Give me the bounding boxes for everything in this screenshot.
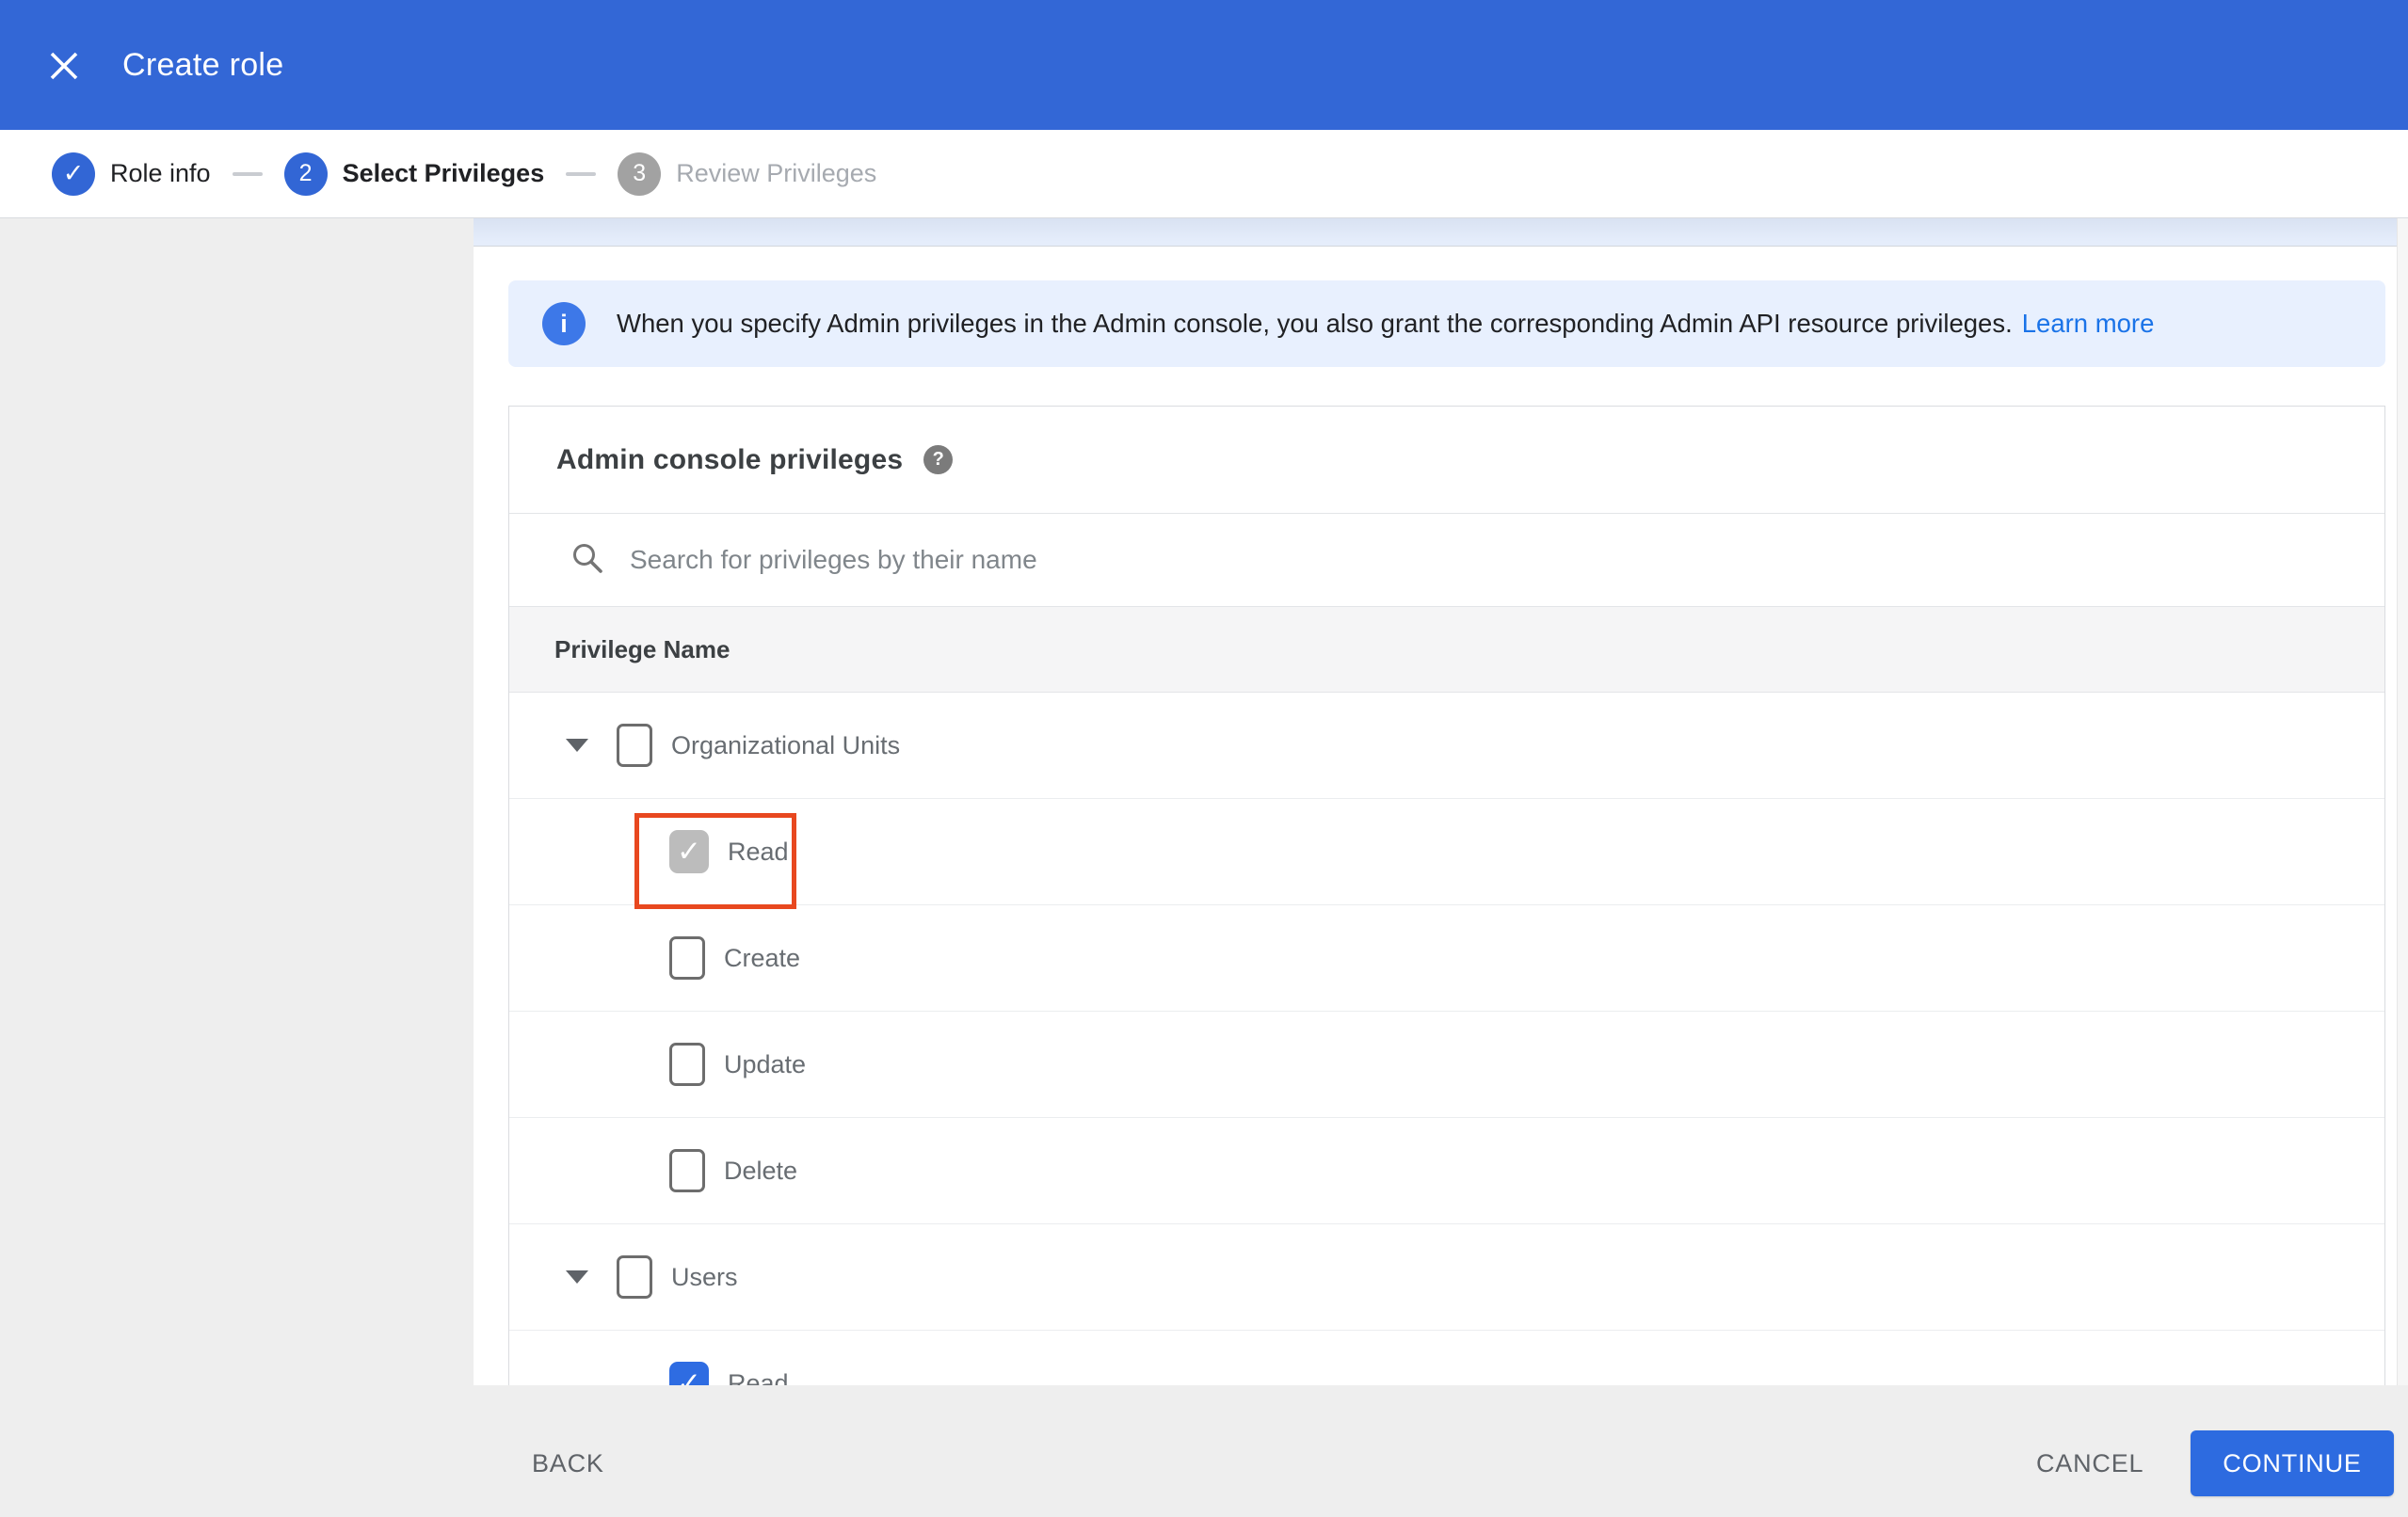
cancel-button[interactable]: CANCEL bbox=[2036, 1430, 2143, 1496]
step-number-badge: 2 bbox=[283, 152, 328, 196]
scrollbar-track[interactable] bbox=[2397, 218, 2408, 1385]
card-header: Admin console privileges ? bbox=[509, 407, 2384, 514]
scrolled-content-strip bbox=[474, 218, 2397, 247]
table-row-delete: Delete bbox=[509, 1118, 2384, 1224]
create-role-dialog: Create role ✓ Role info 2 Select Privile… bbox=[0, 0, 2408, 1517]
checkbox-create[interactable] bbox=[669, 936, 705, 980]
step-label: Select Privileges bbox=[342, 159, 545, 187]
step-connector bbox=[566, 171, 597, 176]
info-icon: i bbox=[542, 302, 586, 345]
collapse-arrow-icon[interactable] bbox=[566, 739, 588, 752]
step-role-info[interactable]: ✓ Role info bbox=[52, 152, 211, 196]
checkbox-users-read-checked[interactable]: ✓ bbox=[669, 1362, 709, 1385]
check-icon: ✓ bbox=[62, 159, 85, 187]
privileges-card: Admin console privileges ? Privilege Nam… bbox=[508, 406, 2385, 1385]
footer-action-bar: BACK CANCEL CONTINUE bbox=[0, 1385, 2408, 1517]
sidebar-backdrop bbox=[0, 218, 474, 1517]
content-area: i When you specify Admin privileges in t… bbox=[474, 218, 2408, 1385]
step-label: Role info bbox=[110, 159, 211, 187]
collapse-arrow-icon[interactable] bbox=[566, 1270, 588, 1284]
privilege-label: Update bbox=[724, 1049, 807, 1078]
table-row-update: Update bbox=[509, 1012, 2384, 1118]
step-review-privileges[interactable]: 3 Review Privileges bbox=[618, 152, 876, 196]
checkbox-update[interactable] bbox=[669, 1043, 705, 1086]
stepper: ✓ Role info 2 Select Privileges 3 Review… bbox=[0, 130, 2408, 218]
privilege-label: Read bbox=[728, 837, 789, 866]
table-header: Privilege Name bbox=[509, 607, 2384, 693]
checkbox-users[interactable] bbox=[617, 1255, 652, 1299]
back-button[interactable]: BACK bbox=[532, 1430, 604, 1496]
table-row-users: Users bbox=[509, 1224, 2384, 1331]
column-header-privilege-name: Privilege Name bbox=[554, 634, 730, 663]
appbar: Create role bbox=[0, 0, 2408, 130]
privilege-label: Organizational Units bbox=[671, 730, 901, 759]
privilege-search-row bbox=[509, 514, 2384, 607]
step-connector bbox=[232, 171, 263, 176]
privilege-label: Read bbox=[728, 1368, 789, 1386]
info-banner: i When you specify Admin privileges in t… bbox=[508, 280, 2385, 367]
step-label: Review Privileges bbox=[676, 159, 877, 187]
table-row-read: ✓ Read bbox=[509, 799, 2384, 905]
search-icon bbox=[570, 540, 605, 581]
card-title: Admin console privileges bbox=[556, 443, 904, 475]
learn-more-link[interactable]: Learn more bbox=[2022, 309, 2155, 338]
checkbox-organizational-units[interactable] bbox=[617, 724, 652, 767]
step-select-privileges[interactable]: 2 Select Privileges bbox=[283, 152, 545, 196]
continue-button[interactable]: CONTINUE bbox=[2191, 1430, 2394, 1496]
banner-message: When you specify Admin privileges in the… bbox=[617, 309, 2013, 338]
privilege-label: Create bbox=[724, 943, 801, 972]
close-icon[interactable] bbox=[45, 47, 83, 85]
step-number-badge: 3 bbox=[618, 152, 662, 196]
checkbox-read-checked-disabled[interactable]: ✓ bbox=[669, 830, 709, 873]
privilege-label: Users bbox=[671, 1262, 738, 1291]
table-row-organizational-units: Organizational Units bbox=[509, 693, 2384, 799]
help-icon[interactable]: ? bbox=[923, 445, 954, 474]
page-title: Create role bbox=[122, 47, 284, 83]
step-complete-check-icon: ✓ bbox=[52, 152, 95, 196]
privilege-label: Delete bbox=[724, 1156, 798, 1185]
banner-text: When you specify Admin privileges in the… bbox=[617, 309, 2154, 339]
table-row-create: Create bbox=[509, 905, 2384, 1012]
table-row-users-read: ✓ Read bbox=[509, 1331, 2384, 1385]
checkbox-delete[interactable] bbox=[669, 1149, 705, 1192]
search-input[interactable] bbox=[630, 545, 2042, 575]
